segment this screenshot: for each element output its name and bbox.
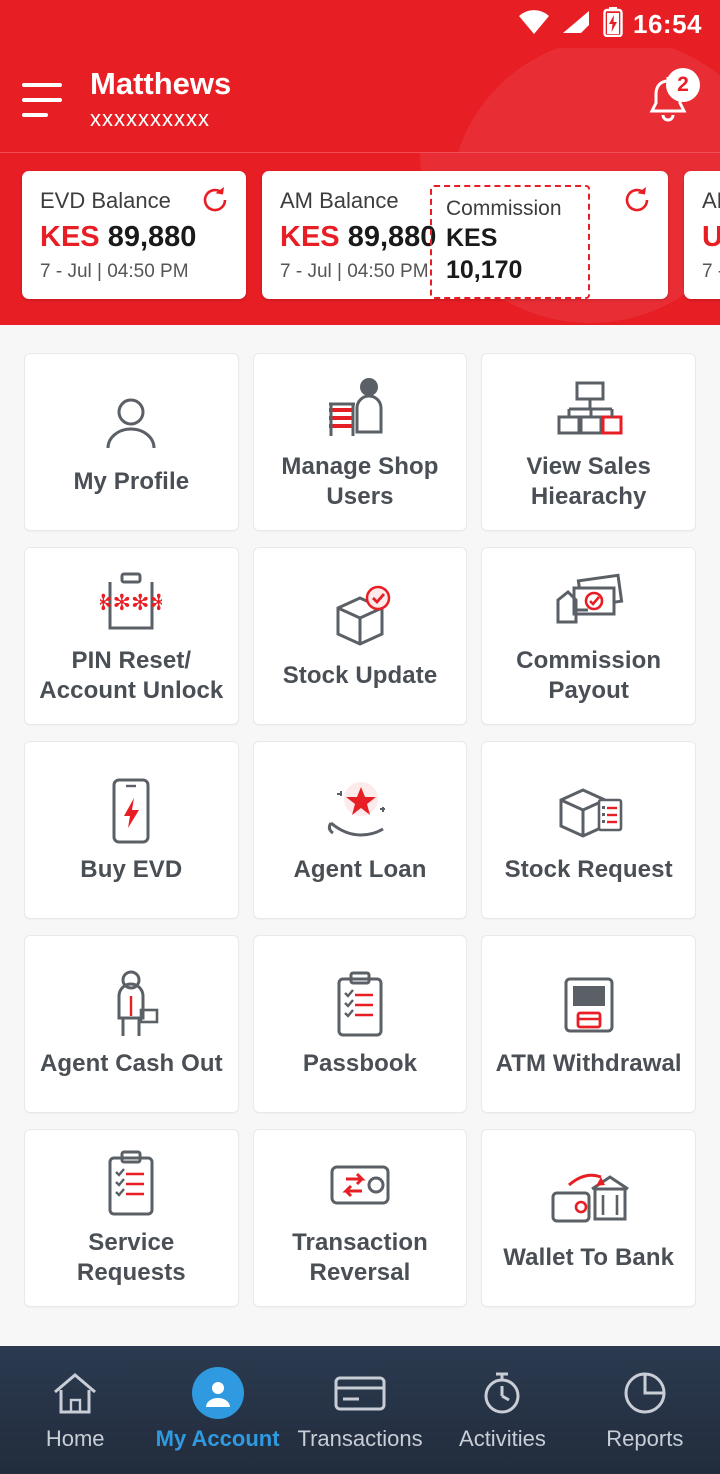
tile-buy-evd[interactable]: Buy EVD [24, 741, 239, 919]
tile-agent-loan[interactable]: Agent Loan [252, 741, 468, 919]
cash-in-hand-icon [550, 566, 628, 640]
phone-bolt-icon [106, 775, 156, 849]
balance-currency: KES [280, 221, 340, 253]
commission-value: KES 10,170 [446, 224, 523, 284]
menu-grid: My Profile Manage Shop Users View Sales … [24, 353, 696, 1307]
tile-view-sales-hierarchy[interactable]: View Sales Hiearachy [481, 353, 696, 531]
tile-label: ATM Withdrawal [495, 1050, 682, 1077]
tile-label: Passbook [302, 1050, 418, 1077]
app-header: Matthews xxxxxxxxxx 2 [0, 48, 720, 152]
balance-value: 89,880 [107, 221, 197, 253]
balance-card-evd[interactable]: EVD Balance KES 89,880 7 - Jul | 04:50 P… [22, 171, 246, 299]
stopwatch-icon [479, 1368, 525, 1418]
tile-manage-shop-users[interactable]: Manage Shop Users [252, 353, 468, 531]
tile-label: Transaction Reversal [292, 1229, 428, 1286]
tile-label: Manage Shop Users [281, 453, 439, 510]
balance-label: AM Balance [702, 188, 720, 213]
refresh-icon[interactable] [622, 185, 652, 220]
tile-transaction-reversal[interactable]: Transaction Reversal [252, 1129, 468, 1307]
tile-commission-payout[interactable]: Commission Payout [481, 547, 696, 725]
reversal-card-icon [324, 1148, 396, 1222]
nav-label: Activities [459, 1426, 546, 1451]
notification-count-badge: 2 [666, 68, 700, 102]
nav-item-activities[interactable]: Activities [431, 1368, 573, 1452]
card-icon [333, 1368, 387, 1418]
tile-label: Agent Loan [293, 856, 427, 883]
nav-item-transactions[interactable]: Transactions [289, 1368, 431, 1452]
balance-currency: KES [40, 221, 100, 253]
atm-machine-icon [556, 969, 622, 1043]
nav-label: Transactions [297, 1426, 423, 1451]
tile-pin-reset-account-unlock[interactable]: ✻✻✻✻ PIN Reset/ Account Unlock [24, 547, 239, 725]
wifi-icon [517, 9, 551, 40]
tile-stock-request[interactable]: Stock Request [481, 741, 696, 919]
status-clock: 16:54 [633, 8, 702, 39]
battery-charging-icon [603, 6, 623, 42]
nav-label: Home [45, 1426, 105, 1451]
box-checklist-icon [551, 775, 627, 849]
balance-datetime: 7 - Jul | 04:50 PM [40, 261, 189, 282]
user-msisdn: xxxxxxxxxx [90, 106, 210, 131]
tile-label: Wallet To Bank [503, 1244, 675, 1271]
app-screen: 16:54 Matthews xxxxxxxxxx 2 EVD Balance [0, 0, 720, 1474]
user-profile-icon [98, 387, 164, 461]
account-avatar-icon [191, 1367, 244, 1419]
pin-reset-icon: ✻✻✻✻ [100, 566, 162, 640]
clipboard-list-icon [331, 969, 389, 1043]
tile-label: Stock Request [504, 856, 673, 883]
nav-item-my-account[interactable]: My Account [146, 1367, 288, 1452]
tile-service-requests[interactable]: Service Requests [24, 1129, 239, 1307]
tile-label: Stock Update [282, 662, 438, 689]
hand-star-icon [321, 775, 399, 849]
tile-stock-update[interactable]: Stock Update [252, 547, 468, 725]
balance-value: 89,880 [347, 221, 437, 253]
clipboard-check-icon [102, 1148, 160, 1222]
balance-card-am-usd[interactable]: AM Balance US 7 - [684, 171, 720, 299]
tile-label: Commission Payout [516, 647, 662, 704]
balance-datetime: 7 - [702, 261, 720, 282]
tile-my-profile[interactable]: My Profile [24, 353, 239, 531]
tile-label: PIN Reset/ Account Unlock [39, 647, 224, 704]
agent-person-icon [101, 969, 161, 1043]
nav-label: Reports [606, 1426, 684, 1451]
nav-item-home[interactable]: Home [4, 1368, 146, 1452]
refresh-icon[interactable] [200, 185, 230, 220]
tile-label: Service Requests [76, 1229, 186, 1286]
wallet-to-bank-icon [547, 1163, 631, 1237]
hamburger-menu-icon[interactable] [22, 83, 66, 117]
commission-box[interactable]: Commission KES 10,170 [430, 185, 590, 299]
bottom-navigation: Home My Account Transactions Activities … [0, 1346, 720, 1474]
menu-grid-container: My Profile Manage Shop Users View Sales … [0, 325, 720, 1346]
status-bar: 16:54 [0, 0, 720, 48]
nav-label: My Account [155, 1426, 280, 1451]
balance-strip: EVD Balance KES 89,880 7 - Jul | 04:50 P… [0, 152, 720, 325]
balance-amount: KES 89,880 [40, 217, 228, 257]
header-user-info: Matthews xxxxxxxxxx [90, 65, 231, 135]
balance-card-list[interactable]: EVD Balance KES 89,880 7 - Jul | 04:50 P… [0, 171, 720, 299]
balance-card-am[interactable]: AM Balance KES 89,880 7 - Jul | 04:50 PM… [262, 171, 668, 299]
tile-label: My Profile [73, 468, 190, 495]
user-name: Matthews [90, 66, 232, 101]
nav-item-reports[interactable]: Reports [574, 1368, 716, 1452]
signal-icon [561, 9, 593, 40]
notifications-button[interactable]: 2 [638, 68, 700, 130]
svg-text:✻✻✻✻: ✻✻✻✻ [100, 591, 162, 616]
org-hierarchy-icon [553, 372, 625, 446]
balance-currency: US [702, 221, 720, 253]
tile-passbook[interactable]: Passbook [252, 935, 468, 1113]
commission-label: Commission [446, 197, 562, 220]
home-icon [51, 1368, 99, 1418]
tile-agent-cash-out[interactable]: Agent Cash Out [24, 935, 239, 1113]
tile-label: Buy EVD [80, 856, 183, 883]
tile-label: Agent Cash Out [39, 1050, 223, 1077]
tile-wallet-to-bank[interactable]: Wallet To Bank [481, 1129, 696, 1307]
shopkeeper-icon [323, 372, 397, 446]
tile-label: View Sales Hiearachy [526, 453, 651, 510]
pie-chart-icon [622, 1368, 668, 1418]
balance-amount: US [702, 217, 720, 257]
stock-box-check-icon [324, 581, 396, 655]
tile-atm-withdrawal[interactable]: ATM Withdrawal [481, 935, 696, 1113]
